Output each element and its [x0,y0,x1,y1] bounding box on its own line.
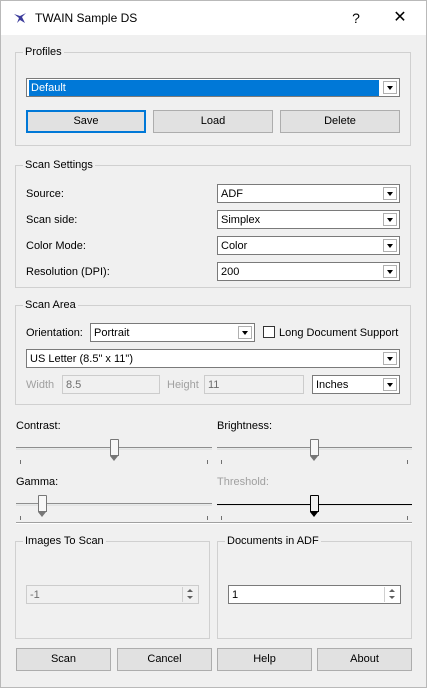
resolution-select[interactable]: 200 [217,262,400,281]
color-mode-select[interactable]: Color [217,236,400,255]
units-value: Inches [316,379,349,391]
threshold-ticks [221,516,408,520]
color-mode-label: Color Mode: [26,240,86,252]
images-to-scan-group: Images To Scan -1 [15,534,210,639]
scan-settings-group: Scan Settings Source: ADF Scan side: Sim… [15,158,411,288]
documents-in-adf-value: 1 [232,589,239,601]
orientation-select[interactable]: Portrait [90,323,255,342]
about-button[interactable]: About [317,648,412,671]
title-bar[interactable]: TWAIN Sample DS ? ✕ [1,1,426,35]
cancel-button[interactable]: Cancel [117,648,212,671]
help-title-button[interactable]: ? [341,3,371,33]
source-select[interactable]: ADF [217,184,400,203]
long-document-checkbox[interactable] [263,326,275,338]
threshold-thumb [310,495,319,517]
gamma-thumb[interactable] [38,495,47,517]
documents-in-adf-spinner[interactable]: 1 [228,585,401,604]
help-button[interactable]: Help [217,648,312,671]
profiles-group: Profiles Default Save Load Delete [15,45,411,146]
color-mode-value: Color [221,240,248,252]
threshold-slider [217,494,412,520]
scan-area-group: Scan Area Orientation: Portrait Long Doc… [15,298,411,405]
width-value: 8.5 [66,379,82,391]
chevron-down-icon [383,213,397,226]
brightness-label: Brightness: [217,420,273,432]
width-label: Width [26,379,55,391]
scan-area-group-label: Scan Area [23,298,78,312]
chevron-down-icon [383,378,397,391]
delete-button[interactable]: Delete [280,110,400,133]
contrast-ticks [20,460,208,464]
images-to-scan-spinner: -1 [26,585,199,604]
load-button[interactable]: Load [153,110,273,133]
save-button[interactable]: Save [26,110,146,133]
chevron-down-icon [383,352,397,365]
paper-size-select[interactable]: US Letter (8.5" x 11") [26,349,400,368]
source-label: Source: [26,188,64,200]
height-value: 11 [208,379,220,391]
long-document-label[interactable]: Long Document Support [279,326,398,340]
twain-dialog: TWAIN Sample DS ? ✕ Profiles Default Sav… [0,0,427,688]
resolution-value: 200 [221,266,240,278]
scan-side-value: Simplex [221,214,261,226]
source-value: ADF [221,188,243,200]
height-label: Height [167,379,199,391]
documents-in-adf-label: Documents in ADF [225,534,321,548]
gamma-label: Gamma: [16,476,59,488]
profiles-group-label: Profiles [23,45,64,59]
scan-side-label: Scan side: [26,214,78,226]
brightness-ticks [221,460,408,464]
spinner-arrows-icon [182,587,197,602]
contrast-slider[interactable] [16,438,212,464]
window-title: TWAIN Sample DS [35,11,138,25]
threshold-label: Threshold: [217,476,269,488]
scan-side-select[interactable]: Simplex [217,210,400,229]
resolution-label: Resolution (DPI): [26,266,110,278]
chevron-down-icon [383,265,397,278]
profile-value: Default [29,80,379,96]
width-field: 8.5 [62,375,160,394]
brightness-slider[interactable] [217,438,412,464]
chevron-down-icon [383,81,397,94]
gamma-ticks [20,516,208,520]
chevron-down-icon [383,239,397,252]
gamma-slider[interactable] [16,494,212,520]
scan-button[interactable]: Scan [16,648,111,671]
chevron-down-icon [238,326,252,339]
spinner-arrows-icon[interactable] [384,587,399,602]
scan-settings-group-label: Scan Settings [23,158,95,172]
paper-size-value: US Letter (8.5" x 11") [30,353,133,365]
height-field: 11 [204,375,304,394]
documents-in-adf-group: Documents in ADF 1 [217,534,412,639]
orientation-label: Orientation: [26,327,83,339]
images-to-scan-value: -1 [30,589,40,601]
orientation-value: Portrait [94,327,130,339]
chevron-down-icon [383,187,397,200]
units-select[interactable]: Inches [312,375,400,394]
brightness-thumb[interactable] [310,439,319,461]
close-button[interactable]: ✕ [381,3,419,33]
contrast-thumb[interactable] [110,439,119,461]
app-icon [14,13,26,23]
profile-select[interactable]: Default [26,78,400,97]
separator [16,522,412,524]
contrast-label: Contrast: [16,420,61,432]
images-to-scan-label: Images To Scan [23,534,106,548]
